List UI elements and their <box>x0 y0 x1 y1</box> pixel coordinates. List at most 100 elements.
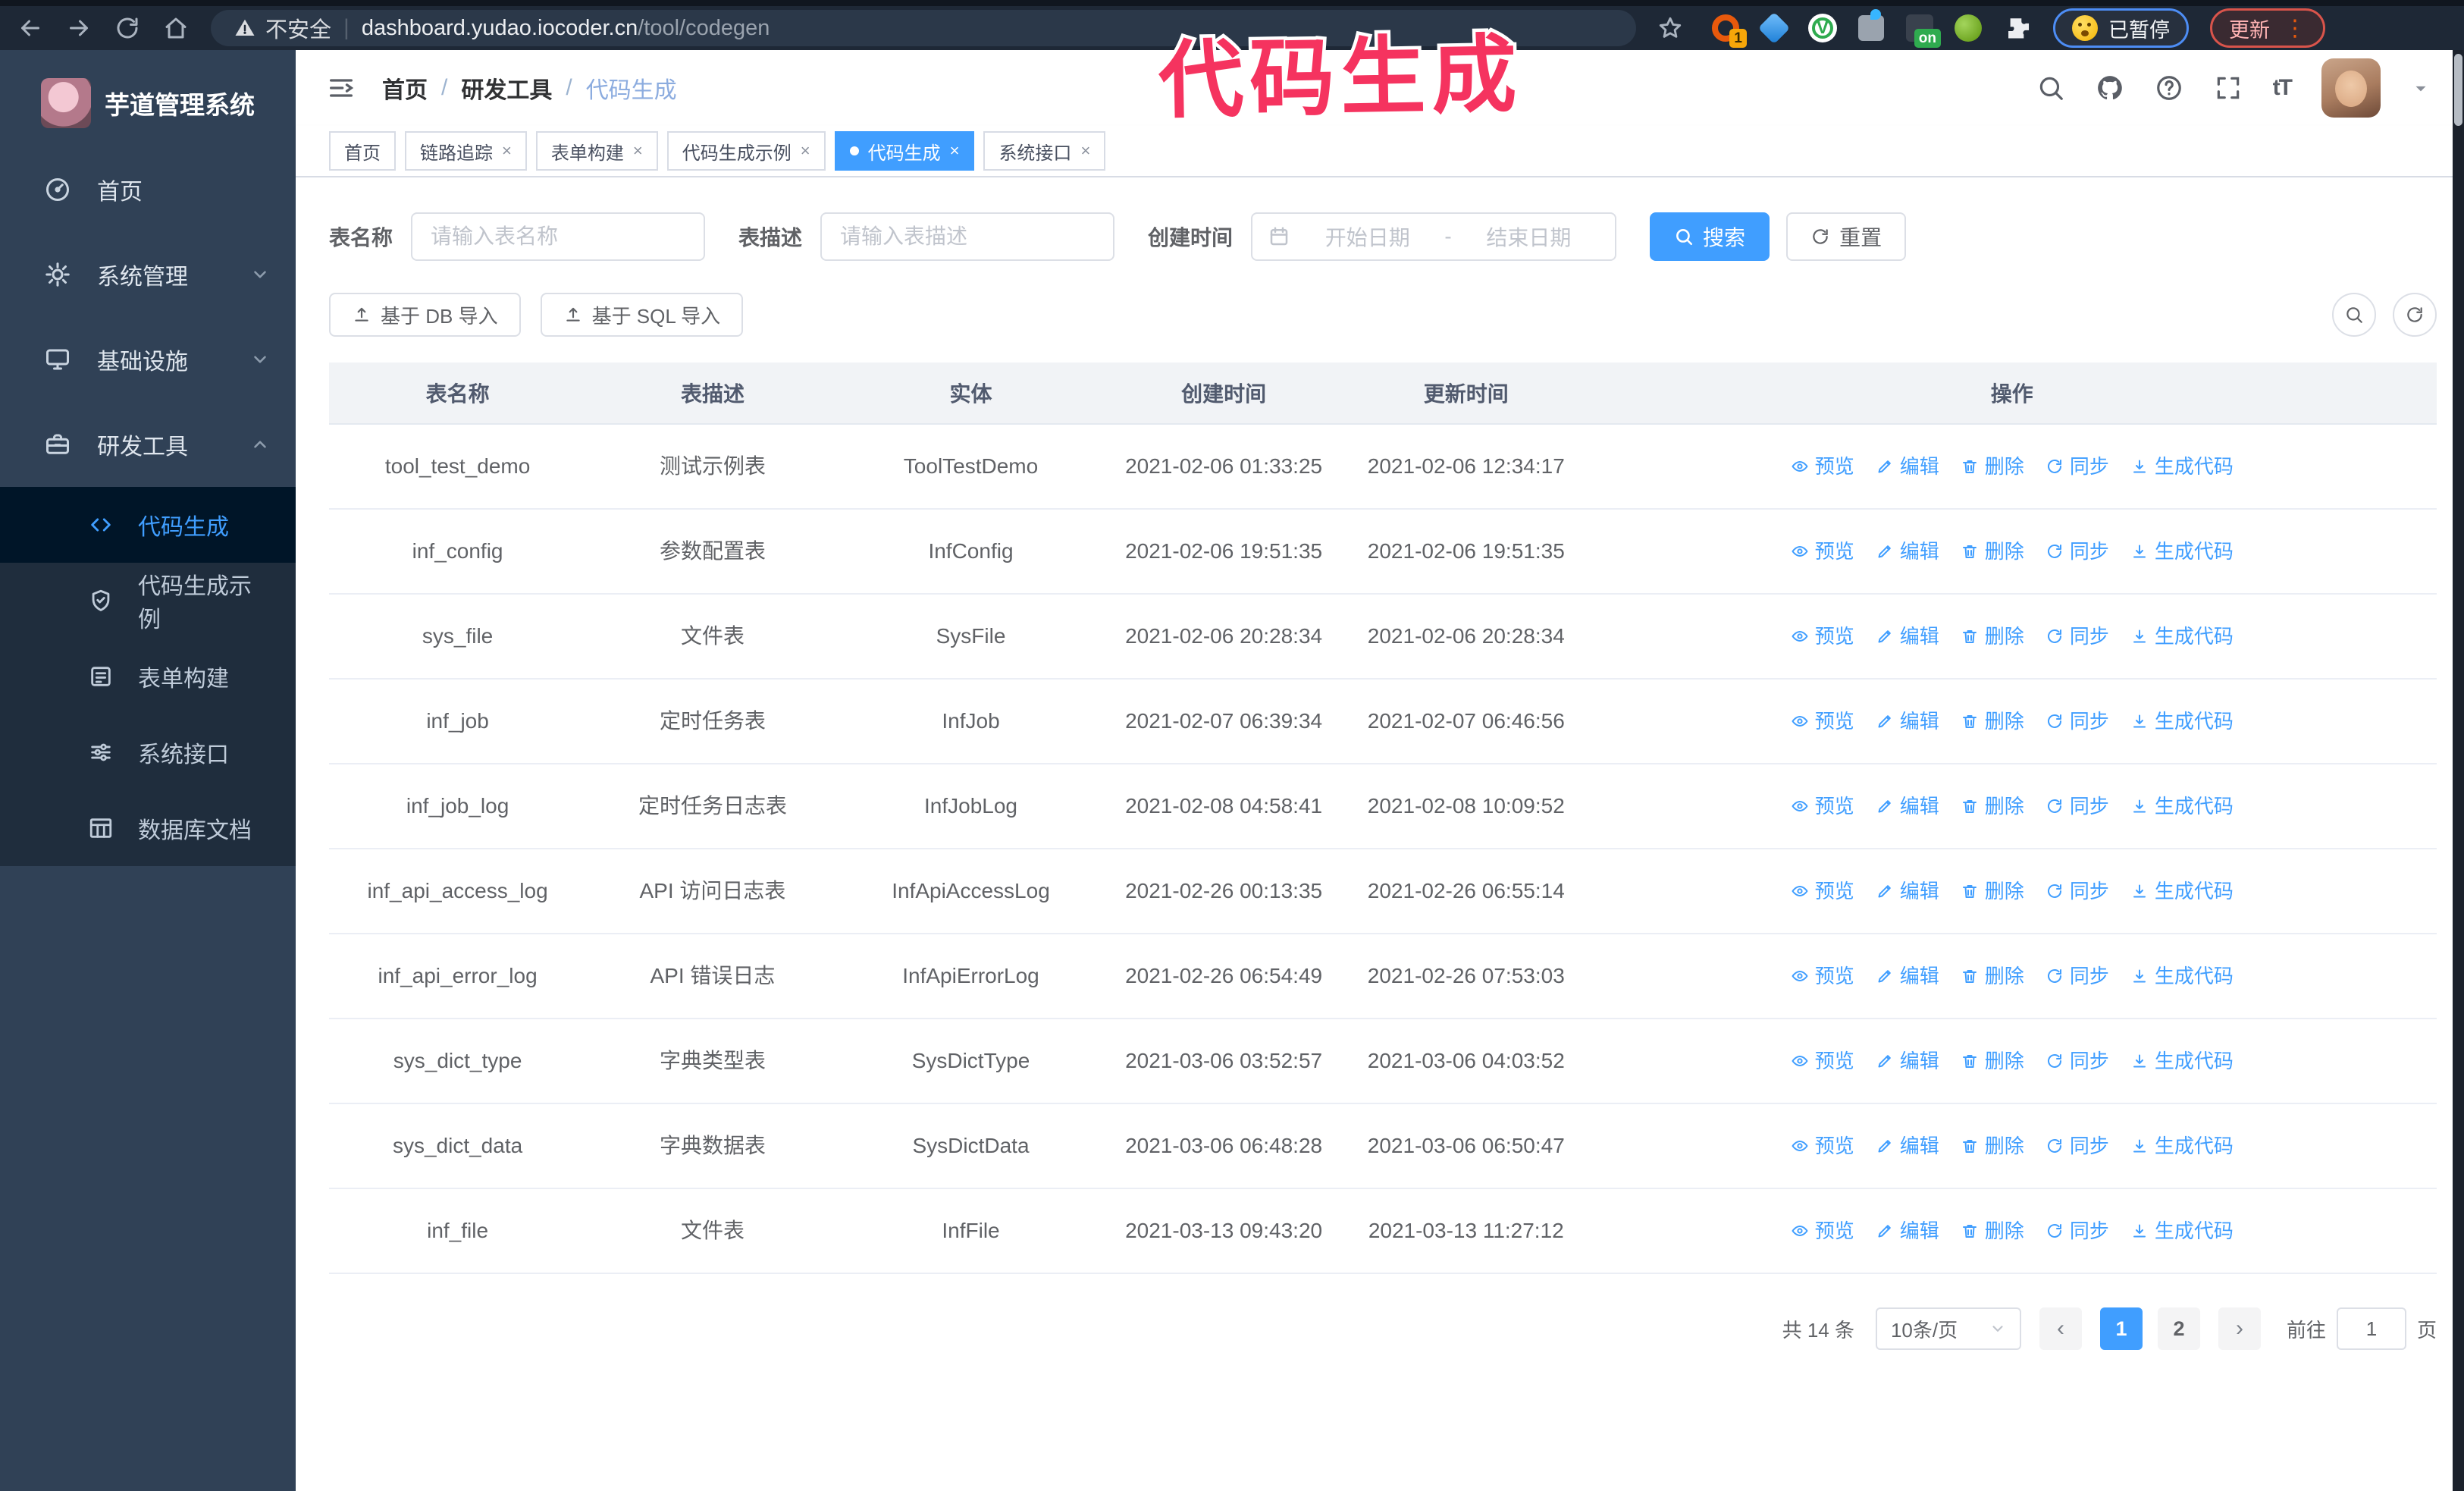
tab-系统接口[interactable]: 系统接口 × <box>983 131 1106 171</box>
action-trash[interactable]: 删除 <box>1961 792 2024 821</box>
breadcrumb-item[interactable]: 首页 <box>382 71 428 105</box>
action-eye[interactable]: 预览 <box>1791 622 1854 651</box>
tab-代码生成[interactable]: 代码生成 × <box>834 131 975 171</box>
action-edit[interactable]: 编辑 <box>1876 962 1939 991</box>
extension-gem-icon[interactable] <box>1757 11 1791 45</box>
goto-page-input[interactable] <box>2336 1307 2406 1350</box>
action-eye[interactable]: 预览 <box>1791 1047 1854 1076</box>
extension-orange-icon[interactable]: 1 <box>1710 13 1747 48</box>
action-download[interactable]: 生成代码 <box>2130 537 2234 567</box>
action-eye[interactable]: 预览 <box>1791 707 1854 736</box>
hamburger-icon[interactable] <box>326 73 356 103</box>
action-edit[interactable]: 编辑 <box>1876 707 1939 736</box>
action-sync[interactable]: 同步 <box>2045 1216 2109 1246</box>
toggle-search-button[interactable] <box>2332 293 2376 337</box>
sidebar-item-gear[interactable]: 系统管理 <box>0 232 296 317</box>
prev-page-button[interactable]: ‹ <box>2039 1307 2082 1350</box>
action-download[interactable]: 生成代码 <box>2130 877 2234 906</box>
action-edit[interactable]: 编辑 <box>1876 1132 1939 1161</box>
sidebar-item-code[interactable]: 代码生成 <box>0 487 296 563</box>
action-trash[interactable]: 删除 <box>1961 452 2024 482</box>
browser-update-button[interactable]: 更新 ⋮ <box>2210 8 2325 48</box>
tab-链路追踪[interactable]: 链路追踪 × <box>405 131 527 171</box>
security-warning[interactable]: 不安全 <box>234 12 331 44</box>
extension-shield-icon[interactable]: V <box>1807 13 1838 43</box>
extension-sliders-icon[interactable] <box>1856 9 1886 43</box>
tab-首页[interactable]: 首页 <box>329 131 396 171</box>
profile-paused-chip[interactable]: 已暂停 <box>2053 8 2189 48</box>
scrollbar-thumb[interactable] <box>2454 54 2462 126</box>
breadcrumb-item[interactable]: 研发工具 <box>461 71 552 105</box>
next-page-button[interactable]: › <box>2218 1307 2261 1350</box>
sidebar-item-toolbox[interactable]: 研发工具 <box>0 402 296 487</box>
font-size-icon[interactable]: tT <box>2273 75 2293 101</box>
action-sync[interactable]: 同步 <box>2045 707 2109 736</box>
kebab-menu-icon[interactable]: ⋮ <box>2284 15 2306 42</box>
tab-表单构建[interactable]: 表单构建 × <box>535 131 658 171</box>
date-range-picker[interactable]: 开始日期 - 结束日期 <box>1251 212 1617 261</box>
action-edit[interactable]: 编辑 <box>1876 452 1939 482</box>
sidebar-item-monitor[interactable]: 基础设施 <box>0 317 296 402</box>
action-download[interactable]: 生成代码 <box>2130 707 2234 736</box>
action-download[interactable]: 生成代码 <box>2130 1047 2234 1076</box>
action-eye[interactable]: 预览 <box>1791 537 1854 567</box>
browser-back-icon[interactable] <box>17 14 44 42</box>
action-trash[interactable]: 删除 <box>1961 707 2024 736</box>
action-trash[interactable]: 删除 <box>1961 962 2024 991</box>
action-trash[interactable]: 删除 <box>1961 1047 2024 1076</box>
address-bar[interactable]: 不安全 | dashboard.yudao.iocoder.cn/tool/co… <box>211 10 1636 46</box>
action-download[interactable]: 生成代码 <box>2130 452 2234 482</box>
action-edit[interactable]: 编辑 <box>1876 877 1939 906</box>
action-download[interactable]: 生成代码 <box>2130 1132 2234 1161</box>
action-download[interactable]: 生成代码 <box>2130 792 2234 821</box>
action-eye[interactable]: 预览 <box>1791 962 1854 991</box>
import-db-button[interactable]: 基于 DB 导入 <box>329 293 521 337</box>
reset-button[interactable]: 重置 <box>1786 212 1907 261</box>
table-desc-input[interactable] <box>820 212 1115 261</box>
action-sync[interactable]: 同步 <box>2045 877 2109 906</box>
action-download[interactable]: 生成代码 <box>2130 1216 2234 1246</box>
action-edit[interactable]: 编辑 <box>1876 537 1939 567</box>
close-icon[interactable]: × <box>502 141 512 161</box>
sidebar-item-database[interactable]: 数据库文档 <box>0 790 296 866</box>
page-button-1[interactable]: 1 <box>2099 1307 2143 1350</box>
close-icon[interactable]: × <box>633 141 643 161</box>
close-icon[interactable]: × <box>1080 141 1090 161</box>
github-icon[interactable] <box>2096 74 2124 102</box>
action-trash[interactable]: 删除 <box>1961 1216 2024 1246</box>
import-sql-button[interactable]: 基于 SQL 导入 <box>540 293 744 337</box>
action-edit[interactable]: 编辑 <box>1876 1047 1939 1076</box>
refresh-table-button[interactable] <box>2393 293 2437 337</box>
action-eye[interactable]: 预览 <box>1791 452 1854 482</box>
table-name-input[interactable] <box>411 212 706 261</box>
action-trash[interactable]: 删除 <box>1961 537 2024 567</box>
action-sync[interactable]: 同步 <box>2045 452 2109 482</box>
search-button[interactable]: 搜索 <box>1650 212 1770 261</box>
action-sync[interactable]: 同步 <box>2045 1047 2109 1076</box>
bookmark-star-icon[interactable] <box>1657 15 1683 41</box>
action-edit[interactable]: 编辑 <box>1876 792 1939 821</box>
browser-reload-icon[interactable] <box>114 14 141 42</box>
app-logo-row[interactable]: 芋道管理系统 <box>0 50 296 147</box>
action-edit[interactable]: 编辑 <box>1876 1216 1939 1246</box>
extension-switch-icon[interactable]: on <box>1904 13 1941 48</box>
action-download[interactable]: 生成代码 <box>2130 622 2234 651</box>
action-eye[interactable]: 预览 <box>1791 1216 1854 1246</box>
action-eye[interactable]: 预览 <box>1791 877 1854 906</box>
extensions-puzzle-icon[interactable] <box>2002 13 2032 43</box>
page-size-select[interactable]: 10条/页 <box>1875 1307 2021 1350</box>
action-sync[interactable]: 同步 <box>2045 537 2109 567</box>
avatar-caret-icon[interactable] <box>2411 78 2431 98</box>
action-download[interactable]: 生成代码 <box>2130 962 2234 991</box>
extension-frog-icon[interactable] <box>1953 13 1983 43</box>
page-button-2[interactable]: 2 <box>2157 1307 2200 1350</box>
action-sync[interactable]: 同步 <box>2045 962 2109 991</box>
action-sync[interactable]: 同步 <box>2045 622 2109 651</box>
help-icon[interactable] <box>2155 74 2183 102</box>
user-avatar[interactable] <box>2321 58 2381 118</box>
browser-home-icon[interactable] <box>162 14 190 42</box>
action-eye[interactable]: 预览 <box>1791 792 1854 821</box>
close-icon[interactable]: × <box>801 141 810 161</box>
sidebar-item-form[interactable]: 表单构建 <box>0 639 296 714</box>
header-search-icon[interactable] <box>2036 74 2065 102</box>
